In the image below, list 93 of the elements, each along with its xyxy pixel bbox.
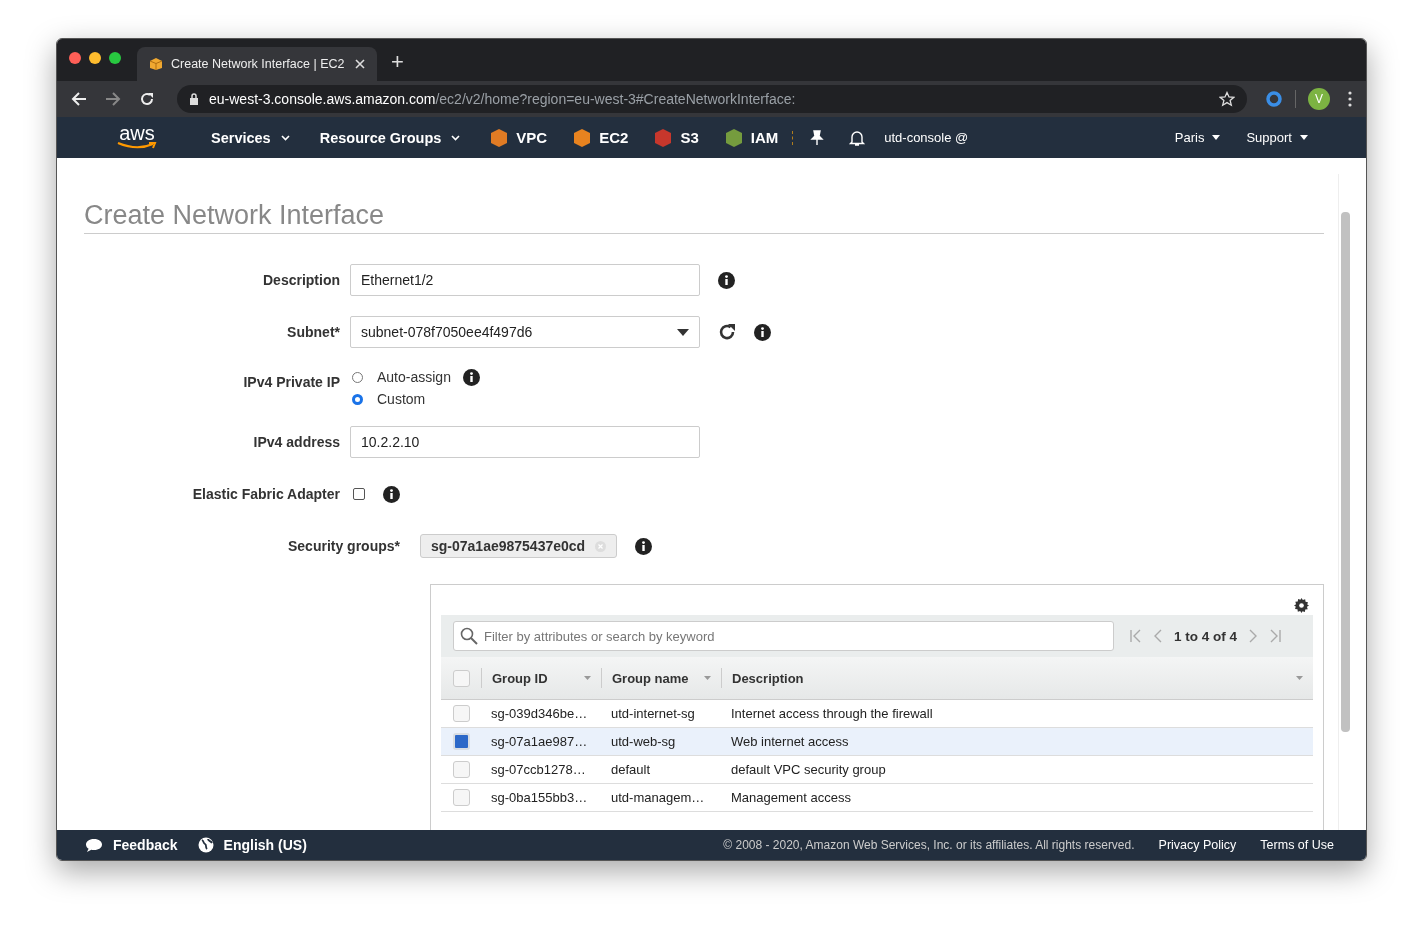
support-menu[interactable]: Support bbox=[1246, 130, 1308, 145]
account-menu[interactable]: utd-console @ bbox=[884, 130, 969, 145]
radio-button[interactable] bbox=[352, 393, 363, 405]
back-icon[interactable] bbox=[71, 91, 87, 107]
maximize-window-button[interactable] bbox=[109, 52, 121, 64]
filter-field[interactable]: Filter by attributes or search by keyword bbox=[453, 621, 1114, 651]
feedback-link[interactable]: Feedback bbox=[85, 837, 178, 853]
tab-title: Create Network Interface | EC2 bbox=[171, 57, 346, 71]
menu-icon[interactable] bbox=[1348, 91, 1352, 107]
chevron-icon bbox=[280, 134, 290, 141]
region-menu[interactable]: Paris bbox=[1174, 130, 1221, 145]
aws-logo[interactable]: aws bbox=[117, 125, 157, 150]
new-tab-button[interactable]: + bbox=[391, 49, 404, 75]
ipv4-address-field[interactable]: 10.2.2.10 bbox=[350, 426, 700, 458]
table-cell-text: Web internet access bbox=[730, 734, 850, 749]
cube-icon bbox=[149, 57, 163, 71]
service-shortcut[interactable]: VPC bbox=[490, 127, 548, 148]
lock-icon bbox=[189, 93, 199, 105]
address-bar[interactable]: eu-west-3.console.aws.amazon.com/ec2/v2/home?region=eu-west-3#CreateNetworkInterface: bbox=[177, 85, 1247, 113]
select-all-checkbox[interactable] bbox=[452, 669, 470, 687]
language-selector[interactable]: English (US) bbox=[197, 837, 307, 853]
page-title: Create Network Interface bbox=[84, 200, 1324, 234]
subnet-dropdown[interactable]: subnet-078f7050ee4f497d6 bbox=[350, 316, 700, 348]
pin-icon[interactable] bbox=[810, 129, 825, 146]
chevron-icon bbox=[1212, 135, 1221, 140]
table-row[interactable]: sg-0ba155bb3… utd-managem… Management access bbox=[441, 784, 1313, 812]
extension-icon[interactable] bbox=[1265, 90, 1283, 108]
service-shortcut[interactable]: IAM bbox=[724, 127, 779, 148]
close-window-button[interactable] bbox=[69, 52, 81, 64]
column-header[interactable]: Description bbox=[721, 668, 1313, 688]
table-cell-text: default VPC security group bbox=[730, 762, 887, 777]
star-icon[interactable] bbox=[1219, 91, 1235, 107]
search-icon bbox=[460, 627, 478, 645]
sort-caret-icon bbox=[1296, 676, 1303, 680]
security-group-token[interactable]: sg-07a1ae9875437e0cd bbox=[420, 534, 618, 558]
table-cell-text: Management access bbox=[730, 790, 852, 805]
column-header[interactable]: Group name bbox=[601, 668, 721, 688]
table-cell-text: sg-039d346be… bbox=[490, 706, 589, 721]
chevron-icon bbox=[451, 134, 461, 141]
globe-icon bbox=[197, 837, 214, 853]
table-cell-text: utd-managem… bbox=[610, 790, 706, 805]
service-shortcut[interactable]: S3 bbox=[654, 127, 699, 148]
info-icon[interactable] bbox=[462, 368, 480, 386]
nav-menu[interactable]: Services bbox=[211, 129, 290, 146]
close-icon[interactable] bbox=[355, 59, 365, 69]
nav-menu[interactable]: Resource Groups bbox=[319, 129, 461, 146]
forward-icon[interactable] bbox=[105, 91, 121, 107]
row-checkbox[interactable] bbox=[452, 733, 470, 750]
table-cell-text: default bbox=[610, 762, 652, 777]
table-row[interactable]: sg-07ccb1278… default default VPC security group bbox=[441, 756, 1313, 784]
table-row[interactable]: sg-07a1ae987… utd-web-sg Web internet access bbox=[441, 728, 1313, 756]
pagination-text: 1 to 4 of 4 bbox=[1174, 628, 1237, 644]
description-field[interactable]: Ethernet1/2 bbox=[350, 264, 700, 296]
sort-caret-icon bbox=[704, 676, 711, 680]
table-cell-text: Internet access through the firewall bbox=[730, 706, 934, 721]
table-cell-text: sg-07ccb1278… bbox=[490, 762, 587, 777]
info-icon[interactable] bbox=[383, 485, 400, 503]
info-icon[interactable] bbox=[718, 271, 735, 289]
copyright-text: © 2008 - 2020, Amazon Web Services, Inc. or its affiliates. All rights reserved. bbox=[723, 838, 1135, 852]
bell-icon[interactable] bbox=[848, 128, 867, 147]
sort-caret-icon bbox=[584, 676, 591, 680]
minimize-window-button[interactable] bbox=[89, 52, 101, 64]
field-label: IPv4 address bbox=[252, 434, 341, 450]
table-cell-text: sg-07a1ae987… bbox=[490, 734, 589, 749]
radio-label: Auto-assign bbox=[377, 369, 451, 385]
table-cell-text: utd-web-sg bbox=[610, 734, 677, 749]
field-label: Elastic Fabric Adapter bbox=[191, 486, 341, 502]
row-checkbox[interactable] bbox=[452, 761, 470, 778]
field-label: Subnet* bbox=[286, 324, 341, 340]
table-cell-text: utd-internet-sg bbox=[610, 706, 696, 721]
table-cell-text: sg-0ba155bb3… bbox=[490, 790, 589, 805]
row-checkbox[interactable] bbox=[452, 789, 470, 806]
service-shortcut[interactable]: EC2 bbox=[573, 127, 629, 148]
checkbox[interactable] bbox=[353, 488, 365, 500]
footer-link[interactable]: Terms of Use bbox=[1260, 838, 1334, 852]
radio-label: Custom bbox=[377, 391, 426, 407]
column-header[interactable]: Group ID bbox=[481, 668, 601, 688]
browser-tab[interactable]: Create Network Interface | EC2 bbox=[137, 47, 377, 81]
info-icon[interactable] bbox=[635, 537, 653, 555]
info-icon[interactable] bbox=[754, 323, 771, 341]
field-label: IPv4 Private IP bbox=[242, 373, 341, 390]
url-text: eu-west-3.console.aws.amazon.com/ec2/v2/home?region=eu-west-3#CreateNetworkInterface: bbox=[209, 91, 797, 107]
refresh-icon[interactable] bbox=[718, 323, 736, 341]
field-label: Description bbox=[262, 272, 341, 288]
row-checkbox[interactable] bbox=[452, 705, 470, 722]
reload-icon[interactable] bbox=[139, 91, 155, 107]
field-label: Security groups* bbox=[286, 538, 401, 554]
caret-icon bbox=[677, 328, 689, 336]
speech-bubble-icon bbox=[85, 837, 103, 853]
footer-link[interactable]: Privacy Policy bbox=[1158, 838, 1237, 852]
scrollbar-thumb[interactable] bbox=[1341, 212, 1350, 732]
settings-icon[interactable] bbox=[1294, 598, 1309, 613]
chevron-icon bbox=[1300, 135, 1308, 140]
